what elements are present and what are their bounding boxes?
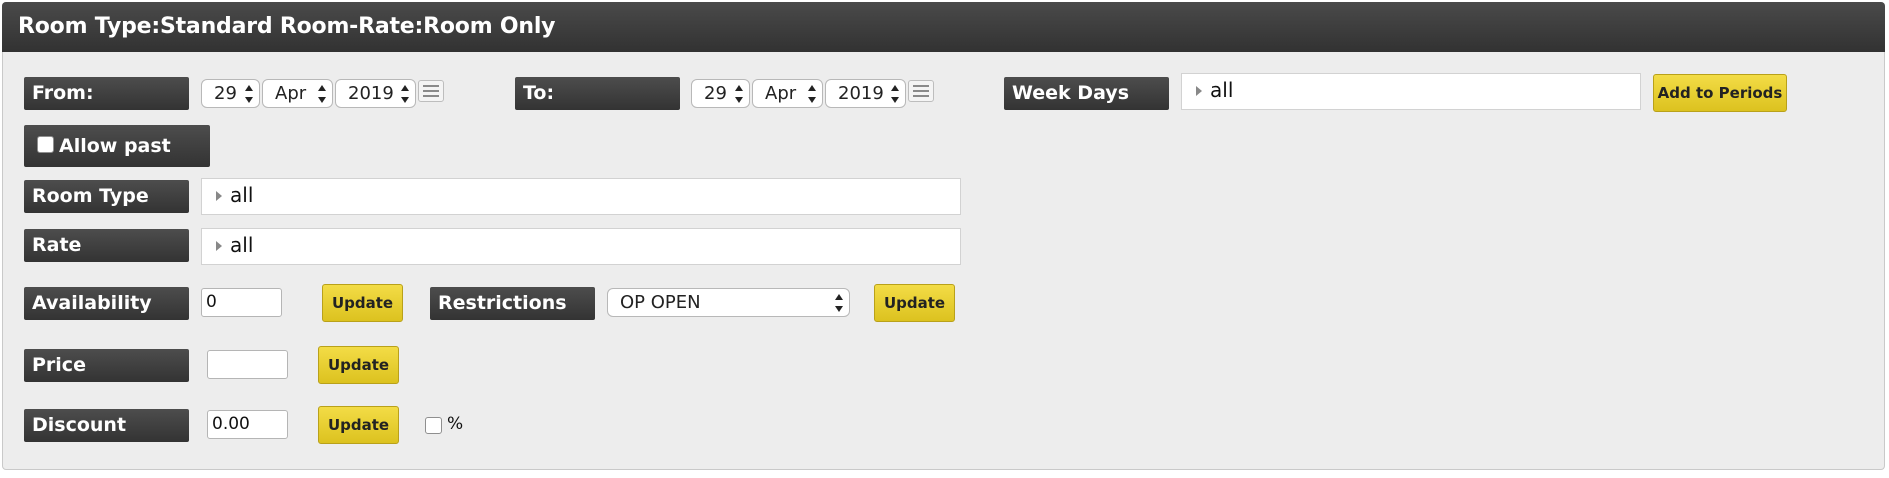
room-type-value: all xyxy=(230,183,254,207)
room-type-selector[interactable]: all xyxy=(201,178,961,215)
discount-label: Discount xyxy=(24,409,189,442)
add-to-periods-button[interactable]: Add to Periods xyxy=(1653,74,1787,112)
availability-update-button[interactable]: Update xyxy=(322,284,403,322)
rate-label: Rate xyxy=(24,229,189,262)
from-year-value: 2019 xyxy=(348,83,394,104)
discount-input[interactable]: 0.00 xyxy=(207,410,288,439)
select-arrows-icon xyxy=(245,85,253,103)
select-arrows-icon xyxy=(891,85,899,103)
rate-value: all xyxy=(230,233,254,257)
expand-triangle-icon xyxy=(216,191,222,201)
restrictions-update-button[interactable]: Update xyxy=(874,284,955,322)
select-arrows-icon xyxy=(835,294,843,312)
to-label: To: xyxy=(515,77,680,110)
from-year-select[interactable]: 2019 xyxy=(335,79,416,108)
from-day-value: 29 xyxy=(214,83,237,104)
expand-triangle-icon xyxy=(1196,86,1202,96)
restrictions-label: Restrictions xyxy=(430,287,595,320)
to-year-select[interactable]: 2019 xyxy=(825,79,906,108)
to-month-select[interactable]: Apr xyxy=(752,79,823,108)
from-month-value: Apr xyxy=(275,83,307,104)
price-input[interactable] xyxy=(207,350,288,379)
discount-update-button[interactable]: Update xyxy=(318,406,399,444)
percent-checkbox[interactable] xyxy=(425,417,442,434)
to-day-select[interactable]: 29 xyxy=(691,79,750,108)
rate-selector[interactable]: all xyxy=(201,228,961,265)
availability-label: Availability xyxy=(24,287,189,320)
expand-triangle-icon xyxy=(216,241,222,251)
week-days-value: all xyxy=(1210,78,1234,102)
from-label: From: xyxy=(24,77,189,110)
select-arrows-icon xyxy=(808,85,816,103)
room-type-label: Room Type xyxy=(24,180,189,213)
percent-label: % xyxy=(447,414,464,434)
from-day-select[interactable]: 29 xyxy=(201,79,260,108)
from-month-select[interactable]: Apr xyxy=(262,79,333,108)
allow-past-dates-checkbox[interactable] xyxy=(37,136,54,153)
price-update-button[interactable]: Update xyxy=(318,346,399,384)
availability-input[interactable]: 0 xyxy=(201,288,282,317)
select-arrows-icon xyxy=(735,85,743,103)
to-month-value: Apr xyxy=(765,83,797,104)
panel-title: Room Type:Standard Room-Rate:Room Only xyxy=(2,2,1885,52)
price-label: Price xyxy=(24,349,189,382)
to-calendar-icon[interactable] xyxy=(908,80,934,102)
to-year-value: 2019 xyxy=(838,83,884,104)
restrictions-value: OP OPEN xyxy=(620,292,701,313)
select-arrows-icon xyxy=(401,85,409,103)
week-days-label: Week Days xyxy=(1004,77,1169,110)
restrictions-select[interactable]: OP OPEN xyxy=(607,288,850,317)
from-calendar-icon[interactable] xyxy=(418,80,444,102)
select-arrows-icon xyxy=(318,85,326,103)
allow-past-dates-box[interactable]: Allow past dates xyxy=(24,125,210,199)
week-days-selector[interactable]: all xyxy=(1181,73,1641,110)
to-day-value: 29 xyxy=(704,83,727,104)
